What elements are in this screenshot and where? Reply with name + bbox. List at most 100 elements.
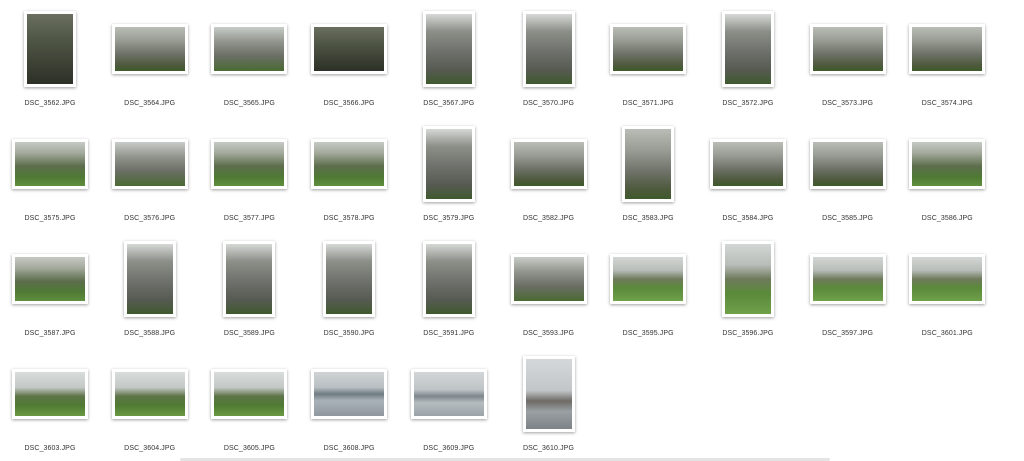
thumbnail-area	[0, 4, 100, 94]
file-name-label: DSC_3595.JPG	[622, 330, 674, 337]
file-item[interactable]: DSC_3609.JPG	[399, 349, 499, 461]
file-item[interactable]: DSC_3565.JPG	[199, 4, 299, 119]
photo-thumbnail[interactable]	[709, 139, 786, 189]
file-item[interactable]: DSC_3573.JPG	[798, 4, 898, 119]
file-item[interactable]: DSC_3610.JPG	[499, 349, 599, 461]
photo-thumbnail[interactable]	[211, 139, 288, 189]
file-item[interactable]: DSC_3578.JPG	[299, 119, 399, 234]
file-item[interactable]: DSC_3576.JPG	[100, 119, 200, 234]
file-item[interactable]: DSC_3605.JPG	[199, 349, 299, 461]
file-name-label: DSC_3573.JPG	[822, 100, 874, 107]
thumbnail-area	[897, 234, 997, 324]
thumbnail-area	[199, 234, 299, 324]
photo-thumbnail[interactable]	[422, 241, 475, 317]
file-name-label: DSC_3572.JPG	[722, 100, 774, 107]
photo-thumbnail[interactable]	[909, 139, 986, 189]
file-item[interactable]: DSC_3608.JPG	[299, 349, 399, 461]
thumbnail-area	[897, 119, 997, 209]
photo-thumbnail[interactable]	[123, 241, 176, 317]
file-item[interactable]: DSC_3562.JPG	[0, 4, 100, 119]
photo-thumbnail[interactable]	[809, 24, 886, 74]
file-item[interactable]: DSC_3583.JPG	[598, 119, 698, 234]
thumbnail-area	[299, 119, 399, 209]
thumbnail-area	[798, 234, 898, 324]
photo-thumbnail[interactable]	[111, 369, 188, 419]
photo-thumbnail[interactable]	[211, 24, 288, 74]
photo-thumbnail[interactable]	[323, 241, 376, 317]
file-item[interactable]: DSC_3585.JPG	[798, 119, 898, 234]
file-item[interactable]: DSC_3597.JPG	[798, 234, 898, 349]
file-item[interactable]: DSC_3601.JPG	[897, 234, 997, 349]
file-item[interactable]: DSC_3595.JPG	[598, 234, 698, 349]
photo-thumbnail[interactable]	[12, 254, 88, 304]
file-name-label: DSC_3584.JPG	[722, 215, 774, 222]
file-item[interactable]: DSC_3591.JPG	[399, 234, 499, 349]
photo-thumbnail[interactable]	[622, 126, 675, 202]
photo-thumbnail[interactable]	[510, 254, 587, 304]
photo-thumbnail[interactable]	[422, 126, 475, 202]
file-item[interactable]: DSC_3589.JPG	[199, 234, 299, 349]
photo-thumbnail[interactable]	[311, 139, 388, 189]
file-name-label: DSC_3609.JPG	[423, 445, 475, 452]
file-item[interactable]: DSC_3574.JPG	[897, 4, 997, 119]
photo-thumbnail[interactable]	[809, 139, 886, 189]
thumbnail-area	[399, 4, 499, 94]
photo-thumbnail[interactable]	[522, 356, 575, 432]
file-item[interactable]: DSC_3572.JPG	[698, 4, 798, 119]
photo-thumbnail[interactable]	[311, 24, 388, 74]
file-name-label: DSC_3587.JPG	[24, 330, 76, 337]
file-item[interactable]: DSC_3584.JPG	[698, 119, 798, 234]
photo-thumbnail[interactable]	[909, 254, 986, 304]
thumbnail-area	[598, 119, 698, 209]
file-item[interactable]: DSC_3582.JPG	[499, 119, 599, 234]
file-item[interactable]: DSC_3564.JPG	[100, 4, 200, 119]
photo-thumbnail[interactable]	[510, 139, 587, 189]
file-item[interactable]: DSC_3579.JPG	[399, 119, 499, 234]
file-name-label: DSC_3585.JPG	[822, 215, 874, 222]
thumbnail-area	[499, 4, 599, 94]
photo-thumbnail[interactable]	[522, 11, 575, 87]
file-item[interactable]: DSC_3577.JPG	[199, 119, 299, 234]
file-item[interactable]: DSC_3603.JPG	[0, 349, 100, 461]
photo-thumbnail[interactable]	[422, 11, 475, 87]
photo-thumbnail[interactable]	[410, 369, 487, 419]
file-item[interactable]: DSC_3566.JPG	[299, 4, 399, 119]
photo-thumbnail[interactable]	[211, 369, 288, 419]
thumbnail-area	[299, 4, 399, 94]
file-item[interactable]: DSC_3596.JPG	[698, 234, 798, 349]
thumbnail-area	[0, 234, 100, 324]
file-name-label: DSC_3596.JPG	[722, 330, 774, 337]
photo-thumbnail[interactable]	[721, 241, 774, 317]
thumbnail-area	[100, 119, 200, 209]
thumbnail-area	[0, 349, 100, 439]
file-item[interactable]: DSC_3571.JPG	[598, 4, 698, 119]
file-name-label: DSC_3605.JPG	[223, 445, 275, 452]
file-name-label: DSC_3593.JPG	[522, 330, 574, 337]
photo-thumbnail[interactable]	[610, 254, 687, 304]
photo-thumbnail[interactable]	[721, 11, 774, 87]
photo-thumbnail[interactable]	[909, 24, 986, 74]
file-item[interactable]: DSC_3588.JPG	[100, 234, 200, 349]
photo-thumbnail[interactable]	[809, 254, 886, 304]
photo-thumbnail[interactable]	[111, 24, 188, 74]
thumbnail-area	[100, 349, 200, 439]
photo-thumbnail[interactable]	[223, 241, 276, 317]
file-item[interactable]: DSC_3590.JPG	[299, 234, 399, 349]
file-item[interactable]: DSC_3586.JPG	[897, 119, 997, 234]
file-name-label: DSC_3591.JPG	[423, 330, 475, 337]
photo-thumbnail[interactable]	[12, 139, 88, 189]
file-item[interactable]: DSC_3570.JPG	[499, 4, 599, 119]
photo-thumbnail[interactable]	[24, 11, 76, 87]
thumbnail-area	[598, 4, 698, 94]
file-item[interactable]: DSC_3587.JPG	[0, 234, 100, 349]
file-item[interactable]: DSC_3593.JPG	[499, 234, 599, 349]
photo-thumbnail[interactable]	[610, 24, 687, 74]
thumbnail-area	[100, 4, 200, 94]
file-item[interactable]: DSC_3575.JPG	[0, 119, 100, 234]
photo-thumbnail[interactable]	[12, 369, 88, 419]
photo-thumbnail[interactable]	[311, 369, 388, 419]
thumbnail-area	[399, 119, 499, 209]
photo-thumbnail[interactable]	[111, 139, 188, 189]
file-item[interactable]: DSC_3604.JPG	[100, 349, 200, 461]
file-item[interactable]: DSC_3567.JPG	[399, 4, 499, 119]
